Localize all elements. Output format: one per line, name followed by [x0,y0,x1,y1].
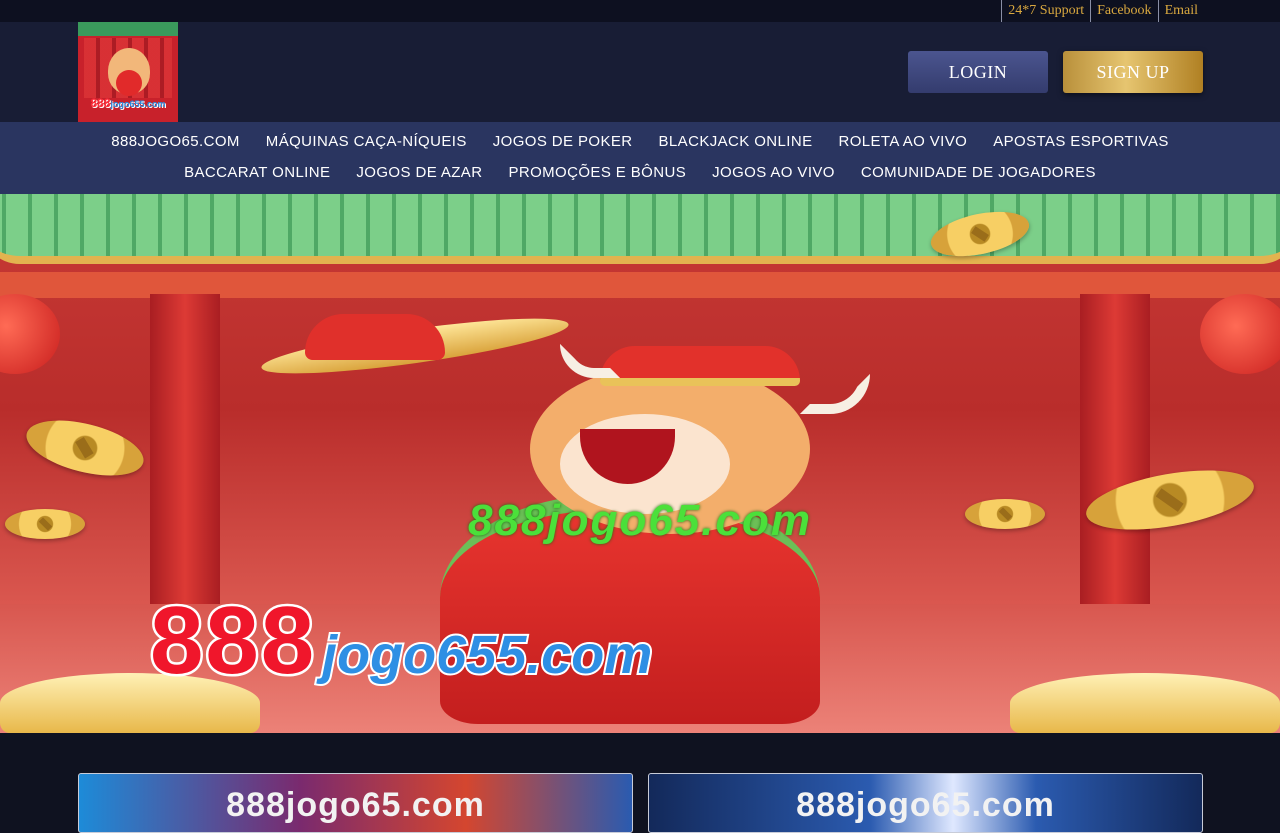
game-card[interactable]: 888jogo65.com [648,773,1203,833]
hero-banner[interactable]: 888jogo65.com 888 jogo655.com [0,194,1280,733]
nav-item-gambling[interactable]: JOGOS DE AZAR [356,164,482,182]
tray-hat [305,314,445,360]
top-links: 24*7 Support Facebook Email [1001,0,1204,22]
site-header: 888jogo655.com LOGIN SIGN UP [0,22,1280,122]
game-card-title: 888jogo65.com [796,786,1055,824]
game-cards-section: 888jogo65.com 888jogo65.com [0,733,1280,833]
nav-item-home[interactable]: 888JOGO65.COM [111,133,240,151]
email-link[interactable]: Email [1157,0,1204,22]
logo-ox-mascot [108,48,150,96]
facebook-link[interactable]: Facebook [1090,0,1157,22]
nav-item-blackjack[interactable]: BLACKJACK ONLINE [659,133,813,151]
nav-row-2: BACCARAT ONLINE JOGOS DE AZAR PROMOÇÕES … [0,164,1280,182]
ox-horn [560,344,620,378]
logo-text: 888jogo655.com [90,96,166,110]
ox-horn [800,374,870,414]
nav-item-poker[interactable]: JOGOS DE POKER [493,133,633,151]
main-navigation: 888JOGO65.COM MÁQUINAS CAÇA-NÍQUEIS JOGO… [0,122,1280,194]
nav-item-slots[interactable]: MÁQUINAS CAÇA-NÍQUEIS [266,133,467,151]
nav-item-sports-betting[interactable]: APOSTAS ESPORTIVAS [993,133,1169,151]
support-link[interactable]: 24*7 Support [1001,0,1090,22]
nav-item-live-games[interactable]: JOGOS AO VIVO [712,164,835,182]
top-utility-bar: 24*7 Support Facebook Email [0,0,1280,22]
nav-item-baccarat[interactable]: BACCARAT ONLINE [184,164,330,182]
nav-item-roulette[interactable]: ROLETA AO VIVO [838,133,967,151]
game-card[interactable]: 888jogo65.com [78,773,633,833]
hero-brand-domain: jogo655.com [320,623,654,687]
hero-url-text: 888jogo65.com [468,496,812,545]
site-logo[interactable]: 888jogo655.com [78,22,178,122]
game-card-title: 888jogo65.com [226,786,485,824]
nav-item-community[interactable]: COMUNIDADE DE JOGADORES [861,164,1096,182]
hero-brand-text: 888 jogo655.com [147,585,654,697]
hero-brand-number: 888 [147,585,317,697]
ox-hat [600,346,800,386]
nav-item-promotions[interactable]: PROMOÇÕES E BÔNUS [508,164,686,182]
signup-button[interactable]: SIGN UP [1063,51,1203,93]
nav-row-1: 888JOGO65.COM MÁQUINAS CAÇA-NÍQUEIS JOGO… [0,133,1280,151]
login-button[interactable]: LOGIN [908,51,1048,93]
